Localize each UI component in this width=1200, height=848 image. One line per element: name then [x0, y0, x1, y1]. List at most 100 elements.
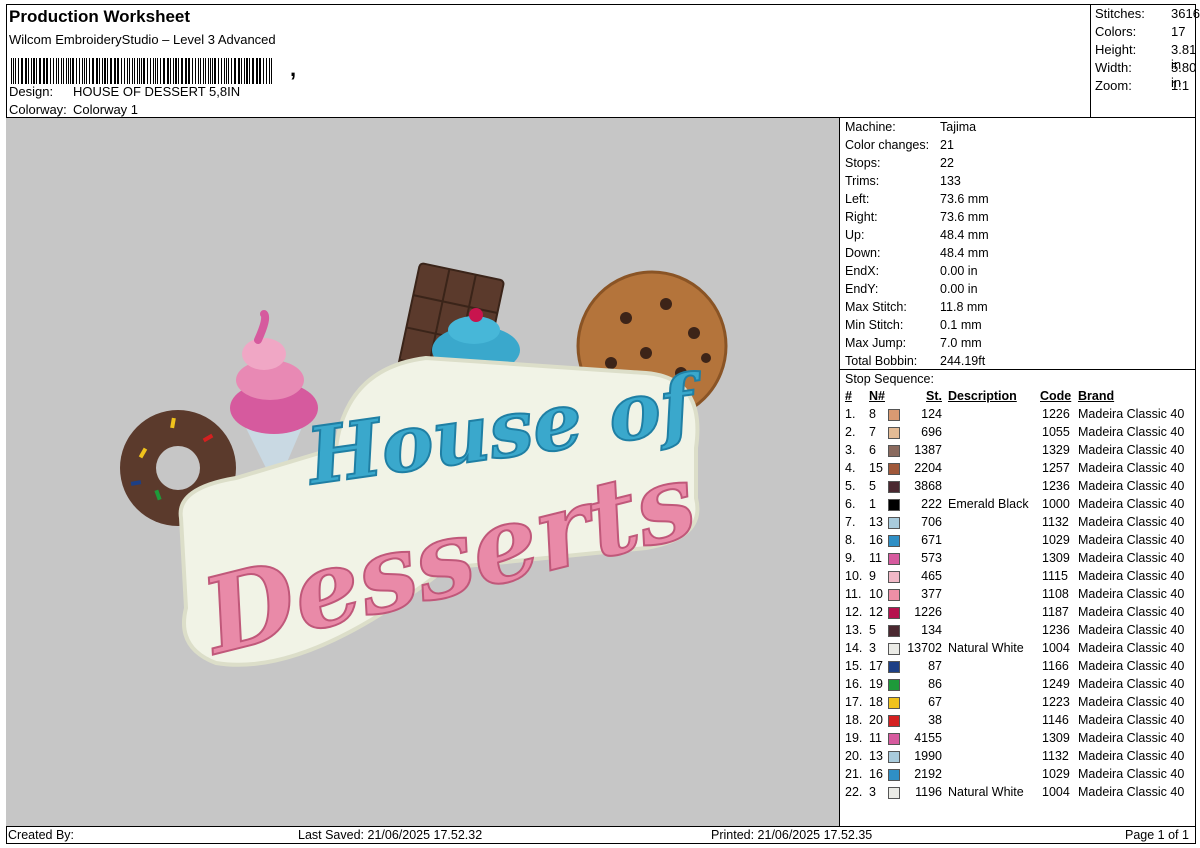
design-label: Design:: [9, 84, 54, 99]
barcode-bar: [224, 58, 225, 84]
stop-index: 21.: [845, 767, 863, 781]
stitch-count: 1226: [914, 605, 942, 619]
col-header-brand: Brand: [1078, 389, 1115, 403]
machine-info-value: 48.4 mm: [940, 246, 989, 260]
stop-row: 8. 16 671 1029 Madeira Classic 40: [840, 533, 1196, 551]
zoom-value: 1:1: [1171, 78, 1190, 93]
barcode-bar: [99, 58, 100, 84]
machine-info-value: 133: [940, 174, 961, 188]
barcode-bar: [28, 58, 29, 84]
stitch-count: 377: [921, 587, 942, 601]
stop-row: 7. 13 706 1132 Madeira Classic 40: [840, 515, 1196, 533]
stop-row: 18. 20 38 1146 Madeira Classic 40: [840, 713, 1196, 731]
barcode-bar: [39, 58, 41, 84]
barcode-bar: [214, 58, 216, 84]
machine-info-value: 11.8 mm: [940, 300, 988, 314]
barcode-bar: [72, 58, 74, 84]
barcode-bar: [102, 58, 103, 84]
color-swatch: [888, 535, 900, 547]
barcode-bar: [210, 58, 211, 84]
machine-info-row: Down: 48.4 mm: [845, 246, 989, 264]
color-swatch: [888, 643, 900, 655]
thread-brand: Madeira Classic 40: [1078, 695, 1185, 709]
stop-index: 6.: [845, 497, 856, 511]
barcode-bar: [13, 58, 14, 84]
needle-number: 17: [869, 659, 883, 673]
barcode-bar: [21, 58, 23, 84]
thread-brand: Madeira Classic 40: [1078, 479, 1185, 493]
machine-info-value: 73.6 mm: [940, 210, 989, 224]
machine-info-value: 244.19ft: [940, 354, 986, 368]
col-header-description: Description: [948, 389, 1017, 403]
color-swatch: [888, 769, 900, 781]
stop-row: 12. 12 1226 1187 Madeira Classic 40: [840, 605, 1196, 623]
printed-date: Printed: 21/06/2025 17.52.35: [711, 828, 873, 842]
color-swatch: [888, 589, 900, 601]
barcode-bar: [271, 58, 272, 84]
machine-info-value: 0.00 in: [940, 282, 978, 296]
stop-row: 20. 13 1990 1132 Madeira Classic 40: [840, 749, 1196, 767]
barcode-bar: [92, 58, 94, 84]
stop-row: 13. 5 134 1236 Madeira Classic 40: [840, 623, 1196, 641]
machine-info-row: Min Stitch: 0.1 mm: [845, 318, 982, 336]
thread-brand: Madeira Classic 40: [1078, 407, 1185, 421]
barcode-bar: [244, 58, 245, 84]
machine-info-label: EndX:: [845, 264, 880, 278]
color-swatch: [888, 715, 900, 727]
stop-index: 15.: [845, 659, 863, 673]
barcode-bar: [129, 58, 130, 84]
stop-row: 9. 11 573 1309 Madeira Classic 40: [840, 551, 1196, 569]
stitch-count: 67: [928, 695, 942, 709]
needle-number: 19: [869, 677, 883, 691]
barcode-bar: [18, 58, 19, 84]
machine-info-label: Stops:: [845, 156, 881, 170]
barcode-bar: [11, 58, 12, 84]
barcode-bar: [63, 58, 64, 84]
stop-index: 11.: [845, 587, 862, 601]
machine-info-row: Machine: Tajima: [845, 120, 976, 138]
embroidery-design: House of Desserts: [120, 262, 728, 680]
stop-index: 12.: [845, 605, 863, 619]
thread-code: 1329: [1042, 443, 1070, 457]
machine-info-row: Max Jump: 7.0 mm: [845, 336, 982, 354]
machine-info-label: Color changes:: [845, 138, 930, 152]
barcode-bar: [107, 58, 108, 84]
stitch-count: 1196: [915, 785, 942, 799]
machine-info-row: Trims: 133: [845, 174, 961, 192]
design-value: HOUSE OF DESSERT 5,8IN: [73, 84, 241, 99]
barcode-bar: [157, 58, 158, 84]
barcode-bar: [33, 58, 35, 84]
barcode-bar: [89, 58, 90, 84]
needle-number: 5: [869, 479, 876, 493]
thread-code: 1223: [1042, 695, 1070, 709]
barcode-bar: [263, 58, 264, 84]
thread-code: 1029: [1042, 533, 1070, 547]
stitch-count: 2192: [914, 767, 942, 781]
barcode-bar: [155, 58, 156, 84]
barcode-bar: [15, 58, 16, 84]
page-number: Page 1 of 1: [1125, 828, 1189, 842]
barcode-bar: [153, 58, 154, 84]
needle-number: 8: [869, 407, 876, 421]
stop-row: 6. 1 222 Emerald Black 1000 Madeira Classic 4…: [840, 497, 1196, 515]
color-swatch: [888, 499, 900, 511]
stop-row: 3. 6 1387 1329 Madeira Classic 40: [840, 443, 1196, 461]
barcode-bar: [241, 58, 242, 84]
stop-index: 19.: [845, 731, 863, 745]
machine-info-value: 0.00 in: [940, 264, 978, 278]
thread-brand: Madeira Classic 40: [1078, 677, 1185, 691]
stitch-count: 706: [921, 515, 942, 529]
col-header-stitches: St.: [926, 389, 942, 403]
needle-number: 13: [869, 515, 883, 529]
barcode-bar: [79, 58, 80, 84]
barcode-bar: [82, 58, 83, 84]
machine-info-label: Left:: [845, 192, 870, 206]
thread-brand: Madeira Classic 40: [1078, 515, 1185, 529]
stitch-count: 222: [921, 497, 942, 511]
barcode-bar: [221, 58, 222, 84]
barcode-bar: [43, 58, 45, 84]
barcode: [11, 54, 351, 84]
needle-number: 13: [869, 749, 883, 763]
stop-row: 2. 7 696 1055 Madeira Classic 40: [840, 425, 1196, 443]
needle-number: 16: [869, 533, 883, 547]
